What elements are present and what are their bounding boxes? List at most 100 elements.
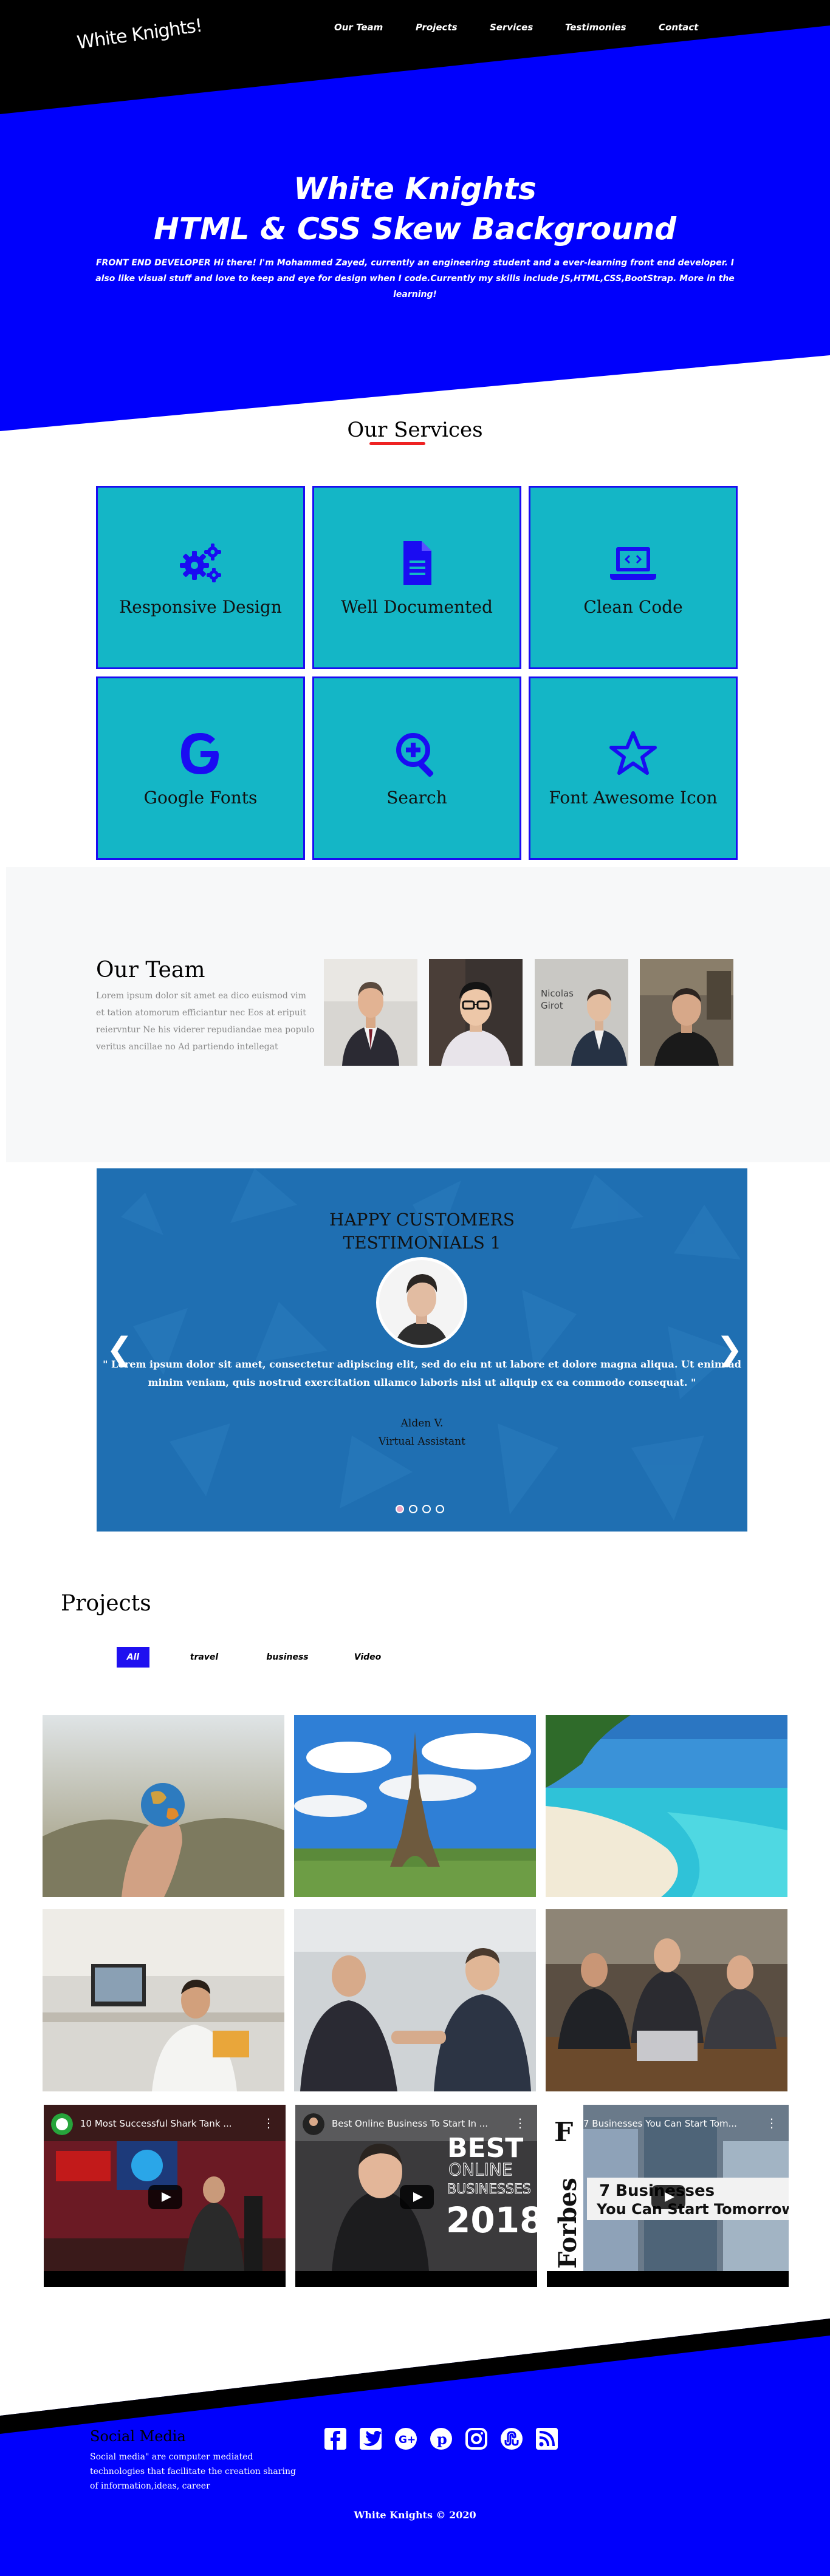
video-title: 7 Businesses You Can Start Tom...: [583, 2118, 737, 2129]
handshake-image: [294, 1909, 536, 2091]
pinterest-icon[interactable]: p: [429, 2427, 453, 2451]
testimonials-subheading: TESTIMONIALS 1: [343, 1233, 501, 1253]
play-button-icon[interactable]: [400, 2185, 434, 2209]
team-title: Our Team: [96, 958, 205, 983]
services-title: Our Services: [347, 418, 483, 442]
team-member-photo[interactable]: [640, 959, 733, 1066]
filter-business[interactable]: business: [260, 1647, 315, 1668]
star-icon: [609, 731, 657, 775]
video-overlay-text: You Can Start Tomorrow: [596, 2201, 789, 2218]
svg-text:G+: G+: [399, 2434, 416, 2446]
project-image-beach[interactable]: [546, 1715, 787, 1897]
service-label: Search: [386, 787, 447, 808]
slider-dot[interactable]: [436, 1505, 444, 1513]
video-brand: Forbes: [554, 2178, 582, 2269]
slider-dot[interactable]: [396, 1505, 404, 1513]
project-image-office[interactable]: [43, 1909, 284, 2091]
cogs-icon: [180, 543, 221, 582]
service-card-search[interactable]: Search: [312, 676, 521, 860]
nav-contact[interactable]: Contact: [659, 22, 698, 33]
service-label: Google Fonts: [143, 787, 258, 808]
hero-description: FRONT END DEVELOPER Hi there! I'm Mohamm…: [95, 258, 735, 299]
person-book-cover-image: Nicolas Girot: [535, 959, 628, 1066]
project-image-eiffel[interactable]: [294, 1715, 536, 1897]
twitter-icon[interactable]: [358, 2427, 383, 2451]
beach-image: [546, 1715, 787, 1897]
copyright: White Knights © 2020: [354, 2509, 476, 2521]
title-underline: [369, 442, 425, 445]
project-image-handshake[interactable]: [294, 1909, 536, 2091]
footer-heading: Social Media: [90, 2428, 186, 2445]
nav-our-team[interactable]: Our Team: [334, 22, 383, 33]
man-office-image: [43, 1909, 284, 2091]
hero-subtitle: HTML & CSS Skew Background: [153, 211, 677, 247]
facebook-icon[interactable]: [323, 2427, 348, 2451]
service-label: Well Documented: [341, 596, 493, 617]
person-glasses-image: [429, 959, 523, 1066]
video-title: 10 Most Successful Shark Tank ...: [80, 2118, 232, 2129]
slider-next-arrow[interactable]: ❯: [716, 1331, 743, 1368]
video-title: Best Online Business To Start In ...: [332, 2118, 489, 2129]
hero-title: White Knights: [293, 171, 537, 206]
google-plus-icon[interactable]: G+: [394, 2427, 418, 2451]
testimonial-author: Alden V.: [400, 1417, 444, 1429]
rss-icon[interactable]: [535, 2427, 559, 2451]
play-button-icon[interactable]: [148, 2185, 182, 2209]
testimonial-quote: " Lorem ipsum dolor sit amet, consectetu…: [103, 1358, 741, 1388]
project-image-globe[interactable]: [43, 1715, 284, 1897]
slider-dot[interactable]: [422, 1505, 431, 1513]
slider-dot[interactable]: [409, 1505, 417, 1513]
svg-text:p: p: [437, 2430, 447, 2448]
service-label: Clean Code: [583, 596, 683, 617]
video-brand: F: [554, 2117, 573, 2148]
filter-all[interactable]: All: [117, 1647, 149, 1668]
search-plus-icon: [396, 732, 434, 777]
service-card-google-fonts[interactable]: Google Fonts: [96, 676, 305, 860]
video-overlay-text: BUSINESSES: [447, 2182, 531, 2197]
play-button-icon[interactable]: [651, 2185, 685, 2209]
file-icon: [403, 540, 431, 585]
service-label: Font Awesome Icon: [549, 787, 718, 808]
project-video-3[interactable]: F Forbes 7 Businesses You Can Start Tomo…: [547, 2105, 789, 2287]
project-image-meeting[interactable]: [546, 1909, 787, 2091]
project-video-1[interactable]: 10 Most Successful Shark Tank ... ⋮: [44, 2105, 286, 2287]
hand-globe-image: [43, 1715, 284, 1897]
customer-avatar: [376, 1257, 467, 1348]
person-office-image: [640, 959, 733, 1066]
nav-services[interactable]: Services: [490, 22, 533, 33]
team-member-photo[interactable]: Nicolas Girot: [535, 959, 628, 1066]
projects-title: Projects: [61, 1591, 151, 1616]
testimonial-role: Virtual Assistant: [379, 1436, 465, 1448]
video-overlay-text: 2018: [446, 2199, 537, 2241]
team-member-photo[interactable]: [429, 959, 523, 1066]
business-meeting-image: [546, 1909, 787, 2091]
testimonials-slider: HAPPY CUSTOMERS TESTIMONIALS 1 " Lorem i…: [97, 1168, 747, 1532]
nav-testimonies[interactable]: Testimonies: [565, 22, 626, 33]
team-member-photo[interactable]: [324, 959, 417, 1066]
project-video-2[interactable]: BEST ONLINE BUSINESSES 2018 Best Online …: [295, 2105, 537, 2287]
person-suit-image: [324, 959, 417, 1066]
team-description: Lorem ipsum dolor sit amet ea dico euism…: [96, 991, 315, 1052]
laptop-code-icon: [610, 547, 656, 580]
channel-avatar: [51, 2113, 73, 2135]
testimonials-heading: HAPPY CUSTOMERS: [329, 1210, 515, 1230]
slider-prev-arrow[interactable]: ❮: [106, 1331, 133, 1368]
eiffel-tower-image: [294, 1715, 536, 1897]
service-card-font-awesome[interactable]: Font Awesome Icon: [529, 676, 738, 860]
service-label: Responsive Design: [119, 596, 282, 617]
stumbleupon-icon[interactable]: [499, 2427, 524, 2451]
photo-caption: Nicolas: [541, 988, 574, 999]
nav-projects[interactable]: Projects: [416, 22, 458, 33]
instagram-icon[interactable]: [464, 2427, 489, 2451]
service-card-documented[interactable]: Well Documented: [312, 486, 521, 669]
filter-travel[interactable]: travel: [180, 1647, 228, 1668]
service-card-responsive[interactable]: Responsive Design: [96, 486, 305, 669]
filter-video[interactable]: Video: [349, 1647, 386, 1668]
more-options-icon[interactable]: ⋮: [262, 2116, 275, 2130]
video-overlay-text: ONLINE: [448, 2159, 512, 2179]
more-options-icon[interactable]: ⋮: [514, 2116, 526, 2130]
google-icon: [181, 732, 219, 774]
service-card-clean-code[interactable]: Clean Code: [529, 486, 738, 669]
footer-text: Social media" are computer mediated tech…: [90, 2452, 296, 2491]
more-options-icon[interactable]: ⋮: [766, 2116, 778, 2130]
